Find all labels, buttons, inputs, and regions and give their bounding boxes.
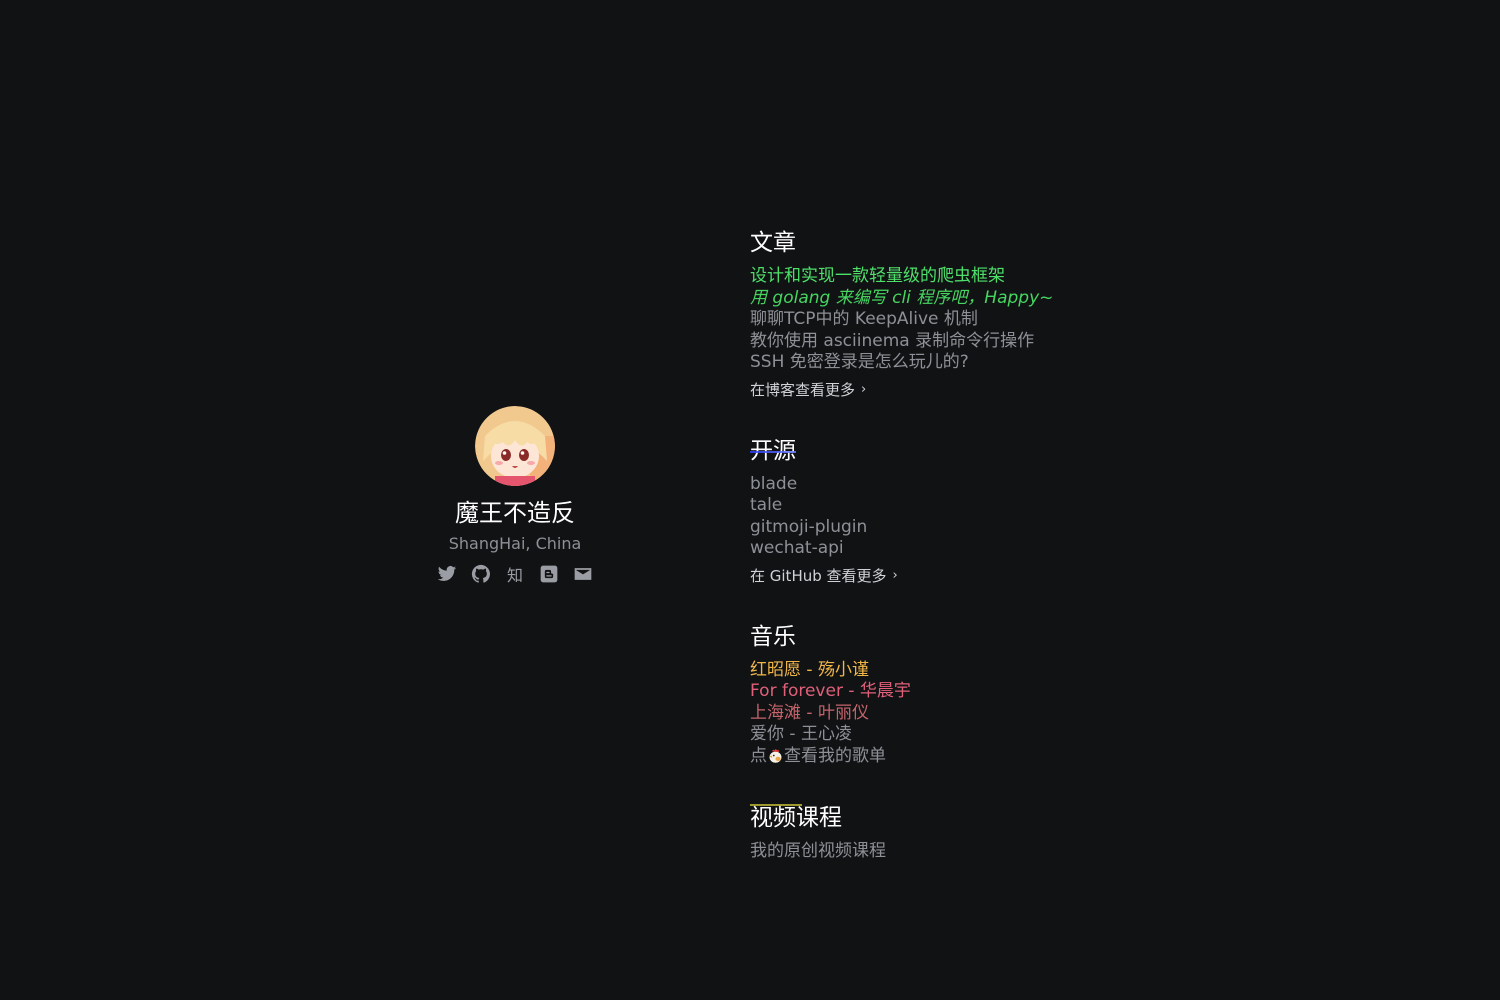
- courses-heading: 视频课程: [750, 804, 842, 831]
- article-link[interactable]: 设计和实现一款轻量级的爬虫框架: [750, 266, 1005, 286]
- articles-heading: 文章: [750, 230, 796, 256]
- chevron-right-icon: ›: [892, 567, 898, 583]
- playlist-suffix: 查看我的歌单: [784, 745, 886, 766]
- social-links: 知: [437, 564, 593, 585]
- music-heading: 音乐: [750, 623, 796, 650]
- list-item[interactable]: 我的原创视频课程: [750, 841, 1170, 863]
- list-item[interactable]: gitmoji-plugin: [750, 517, 1170, 539]
- song-link[interactable]: For forever - 华晨宇: [750, 681, 911, 701]
- list-item[interactable]: 用 golang 来编写 cli 程序吧，Happy~: [750, 288, 1170, 310]
- repo-link[interactable]: blade: [750, 474, 797, 494]
- course-link[interactable]: 我的原创视频课程: [750, 841, 886, 861]
- playlist-prefix: 点: [750, 745, 767, 766]
- blog-more-link[interactable]: 在博客查看更多 ›: [750, 380, 866, 400]
- music-list: 红昭愿 - 殇小谨 For forever - 华晨宇 上海滩 - 叶丽仪 爱你…: [750, 660, 1170, 768]
- opensource-list: blade tale gitmoji-plugin wechat-api: [750, 474, 1170, 560]
- avatar: [475, 406, 555, 486]
- list-item[interactable]: 点 查看我的歌单: [750, 746, 1170, 768]
- list-item[interactable]: For forever - 华晨宇: [750, 681, 1170, 703]
- repo-link[interactable]: gitmoji-plugin: [750, 517, 867, 537]
- music-section: 音乐 红昭愿 - 殇小谨 For forever - 华晨宇 上海滩 - 叶丽仪…: [750, 622, 1170, 768]
- song-link[interactable]: 红昭愿 - 殇小谨: [750, 660, 869, 680]
- main-content: 文章 设计和实现一款轻量级的爬虫框架 用 golang 来编写 cli 程序吧，…: [750, 228, 1170, 899]
- list-item[interactable]: wechat-api: [750, 538, 1170, 560]
- chicken-icon: [769, 748, 782, 763]
- playlist-link[interactable]: 点 查看我的歌单: [750, 746, 886, 766]
- courses-section: 视频课程 我的原创视频课程: [750, 803, 1170, 863]
- github-more-link[interactable]: 在 GitHub 查看更多 ›: [750, 566, 898, 586]
- list-item[interactable]: 上海滩 - 叶丽仪: [750, 703, 1170, 725]
- article-link[interactable]: 聊聊TCP中的 KeepAlive 机制: [750, 309, 978, 329]
- github-more-label: 在 GitHub 查看更多: [750, 566, 887, 585]
- profile-name: 魔王不造反: [455, 499, 575, 527]
- song-link[interactable]: 爱你 - 王心凌: [750, 724, 852, 744]
- list-item[interactable]: 红昭愿 - 殇小谨: [750, 660, 1170, 682]
- articles-list: 设计和实现一款轻量级的爬虫框架 用 golang 来编写 cli 程序吧，Hap…: [750, 266, 1170, 374]
- list-item[interactable]: blade: [750, 474, 1170, 496]
- list-item[interactable]: SSH 免密登录是怎么玩儿的?: [750, 352, 1170, 374]
- list-item[interactable]: 聊聊TCP中的 KeepAlive 机制: [750, 309, 1170, 331]
- blog-more-label: 在博客查看更多: [750, 380, 856, 399]
- list-item[interactable]: 设计和实现一款轻量级的爬虫框架: [750, 266, 1170, 288]
- article-link[interactable]: 用 golang 来编写 cli 程序吧，Happy~: [750, 288, 1053, 308]
- twitter-icon[interactable]: [437, 564, 457, 584]
- mail-icon[interactable]: [573, 564, 593, 584]
- courses-list: 我的原创视频课程: [750, 841, 1170, 863]
- repo-link[interactable]: tale: [750, 495, 782, 515]
- blogger-icon[interactable]: [539, 564, 559, 584]
- song-link[interactable]: 上海滩 - 叶丽仪: [750, 703, 869, 723]
- article-link[interactable]: SSH 免密登录是怎么玩儿的?: [750, 352, 969, 372]
- article-link[interactable]: 教你使用 asciinema 录制命令行操作: [750, 331, 1034, 351]
- repo-link[interactable]: wechat-api: [750, 538, 844, 558]
- profile-card: 魔王不造反 ShangHai, China 知: [415, 406, 615, 585]
- list-item[interactable]: tale: [750, 495, 1170, 517]
- zhihu-icon[interactable]: 知: [505, 564, 525, 585]
- opensource-section: 开源 blade tale gitmoji-plugin wechat-api …: [750, 436, 1170, 586]
- list-item[interactable]: 爱你 - 王心凌: [750, 724, 1170, 746]
- chevron-right-icon: ›: [861, 381, 867, 397]
- github-icon[interactable]: [471, 564, 491, 584]
- opensource-heading: 开源: [750, 437, 796, 464]
- profile-location: ShangHai, China: [448, 534, 582, 553]
- articles-section: 文章 设计和实现一款轻量级的爬虫框架 用 golang 来编写 cli 程序吧，…: [750, 228, 1170, 400]
- list-item[interactable]: 教你使用 asciinema 录制命令行操作: [750, 331, 1170, 353]
